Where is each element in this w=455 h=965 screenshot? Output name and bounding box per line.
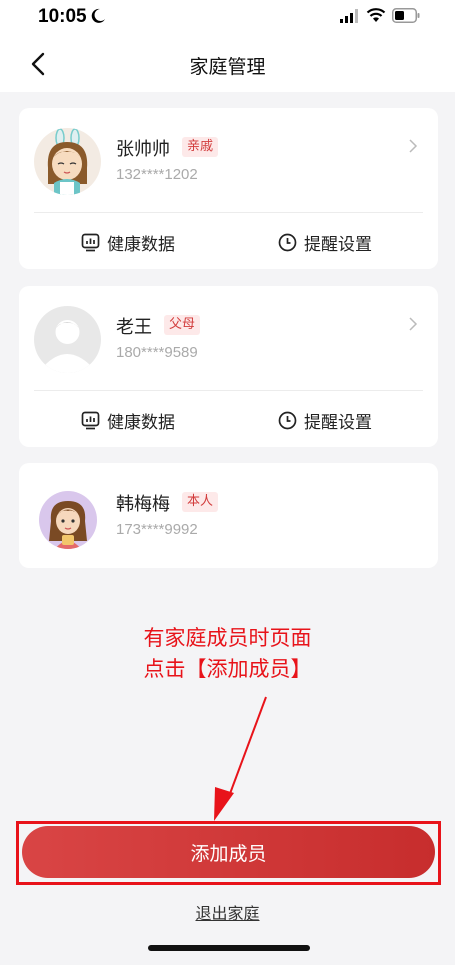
relation-badge: 亲戚 <box>182 137 219 157</box>
divider <box>34 390 423 391</box>
battery-icon <box>392 8 420 23</box>
chevron-right-icon[interactable] <box>408 138 418 154</box>
member-card[interactable]: 老王 父母 180****9589 健康数据 提醒设置 <box>19 286 438 447</box>
health-data-button[interactable]: 健康数据 <box>81 408 175 433</box>
home-indicator[interactable] <box>148 945 310 951</box>
member-name: 韩梅梅 <box>116 494 170 515</box>
health-data-button[interactable]: 健康数据 <box>81 230 175 255</box>
avatar <box>34 306 101 373</box>
exit-family-link[interactable]: 退出家庭 <box>0 900 455 924</box>
reminder-settings-label: 提醒设置 <box>304 413 372 433</box>
girl-avatar-icon <box>49 501 87 549</box>
relation-badge: 本人 <box>182 492 219 512</box>
reminder-settings-label: 提醒设置 <box>304 235 372 255</box>
health-data-label: 健康数据 <box>107 235 175 255</box>
nav-bar: 家庭管理 <box>0 36 455 92</box>
page-title: 家庭管理 <box>189 56 266 78</box>
monitor-icon <box>81 233 100 252</box>
monitor-icon <box>81 411 100 430</box>
member-phone: 180****9589 <box>116 344 198 361</box>
health-data-label: 健康数据 <box>107 413 175 433</box>
member-phone: 132****1202 <box>116 166 198 183</box>
chevron-right-icon[interactable] <box>408 316 418 332</box>
member-card[interactable]: 韩梅梅 本人 173****9992 <box>19 463 438 568</box>
member-phone: 173****9992 <box>116 521 198 538</box>
member-card[interactable]: 张帅帅 亲戚 132****1202 健康数据 提醒设置 <box>19 108 438 269</box>
annotation-line-2: 点击【添加成员】 <box>143 657 312 681</box>
reminder-settings-button[interactable]: 提醒设置 <box>278 230 372 255</box>
moon-icon <box>91 8 105 23</box>
default-avatar-icon <box>44 320 91 373</box>
annotation-arrow-icon <box>214 696 267 821</box>
signal-icon <box>340 9 358 23</box>
divider <box>34 212 423 213</box>
clock-icon <box>278 411 297 430</box>
add-member-button[interactable]: 添加成员 <box>22 826 435 878</box>
wifi-icon <box>366 8 386 22</box>
girl-avatar-icon <box>47 128 88 195</box>
clock-icon <box>278 233 297 252</box>
member-name: 张帅帅 <box>116 139 170 160</box>
member-name: 老王 <box>116 317 152 338</box>
status-time: 10:05 <box>38 6 87 27</box>
relation-badge: 父母 <box>164 315 201 335</box>
status-bar: 10:05 <box>0 0 455 36</box>
annotation-text: 有家庭成员时页面 点击【添加成员】 <box>0 623 455 685</box>
annotation-line-1: 有家庭成员时页面 <box>143 626 312 650</box>
reminder-settings-button[interactable]: 提醒设置 <box>278 408 372 433</box>
avatar <box>39 491 97 549</box>
exit-family-label[interactable]: 退出家庭 <box>195 904 259 923</box>
avatar <box>34 128 101 195</box>
